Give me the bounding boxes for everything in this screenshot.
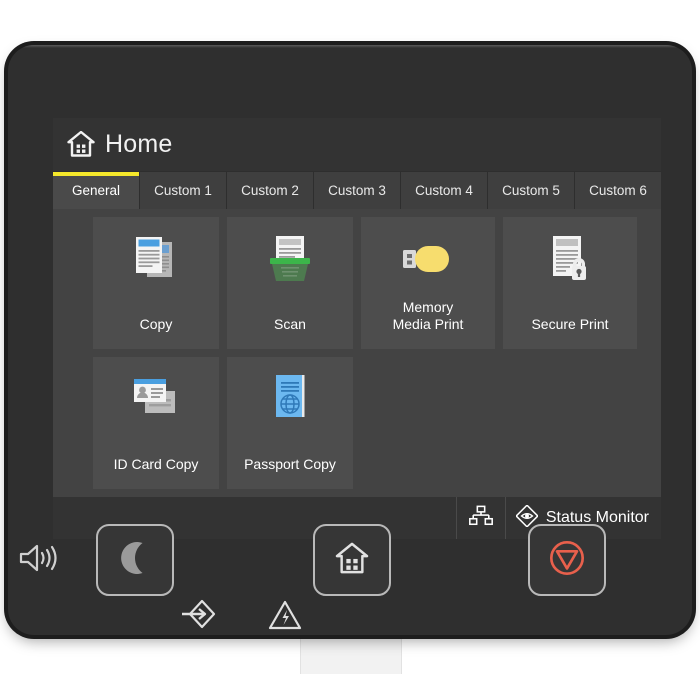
tab-custom-2[interactable]: Custom 2 <box>227 171 314 209</box>
page-title: Home <box>105 130 173 158</box>
tile-row: ID Card Copy Passport Copy <box>93 357 661 489</box>
tab-label: Custom 4 <box>415 183 473 198</box>
tile-label: Copy <box>139 316 173 332</box>
network-status-button[interactable] <box>455 497 505 539</box>
tile-passport-copy[interactable]: Passport Copy <box>227 357 353 489</box>
tile-id-card-copy[interactable]: ID Card Copy <box>93 357 219 489</box>
stop-circle-triangle-icon <box>548 539 586 582</box>
tab-label: Custom 5 <box>502 183 560 198</box>
tile-empty-slot <box>361 357 487 489</box>
tile-row: Copy Scan Memory Media Print Secure Prin… <box>93 217 661 349</box>
tile-label: Memory Media Print <box>392 299 464 332</box>
tile-label: Secure Print <box>531 316 609 332</box>
tab-custom-6[interactable]: Custom 6 <box>575 171 661 209</box>
tile-scan[interactable]: Scan <box>227 217 353 349</box>
speaker-volume-icon <box>18 543 62 573</box>
printer-stand <box>300 634 402 674</box>
network-topology-icon <box>468 505 493 532</box>
tile-label: Passport Copy <box>244 456 336 472</box>
tab-custom-1[interactable]: Custom 1 <box>140 171 227 209</box>
tile-secure-print[interactable]: Secure Print <box>503 217 637 349</box>
tab-custom-3[interactable]: Custom 3 <box>314 171 401 209</box>
tab-custom-5[interactable]: Custom 5 <box>488 171 575 209</box>
document-lock-icon <box>539 231 601 289</box>
data-arrow-diamond-icon <box>180 598 216 630</box>
passport-book-icon <box>259 371 321 429</box>
screen-header: Home <box>53 118 661 171</box>
home-icon <box>67 130 95 157</box>
touch-screen-panel[interactable]: Home General Custom 1 Custom 2 Custom 3 … <box>53 118 661 539</box>
house-icon <box>335 542 369 579</box>
tab-bar[interactable]: General Custom 1 Custom 2 Custom 3 Custo… <box>53 171 661 209</box>
tab-general[interactable]: General <box>53 171 140 209</box>
tile-label: ID Card Copy <box>113 456 199 472</box>
stop-button[interactable] <box>528 524 606 596</box>
tab-label: Custom 6 <box>589 183 647 198</box>
warning-triangle-icon <box>268 600 302 630</box>
sleep-button[interactable] <box>96 524 174 596</box>
app-tile-grid: Copy Scan Memory Media Print Secure Prin… <box>53 209 661 505</box>
tile-label: Scan <box>274 316 306 332</box>
crescent-moon-icon <box>119 541 151 580</box>
usb-drive-icon <box>397 231 459 289</box>
tab-label: Custom 2 <box>241 183 299 198</box>
scanner-icon <box>259 231 321 289</box>
home-button[interactable] <box>313 524 391 596</box>
tile-memory-media-print[interactable]: Memory Media Print <box>361 217 495 349</box>
copy-documents-icon <box>125 231 187 289</box>
tile-empty-slot <box>495 357 629 489</box>
id-card-icon <box>125 371 187 429</box>
tab-label: General <box>71 183 121 198</box>
tab-label: Custom 3 <box>328 183 386 198</box>
tab-custom-4[interactable]: Custom 4 <box>401 171 488 209</box>
tile-copy[interactable]: Copy <box>93 217 219 349</box>
tab-label: Custom 1 <box>154 183 212 198</box>
